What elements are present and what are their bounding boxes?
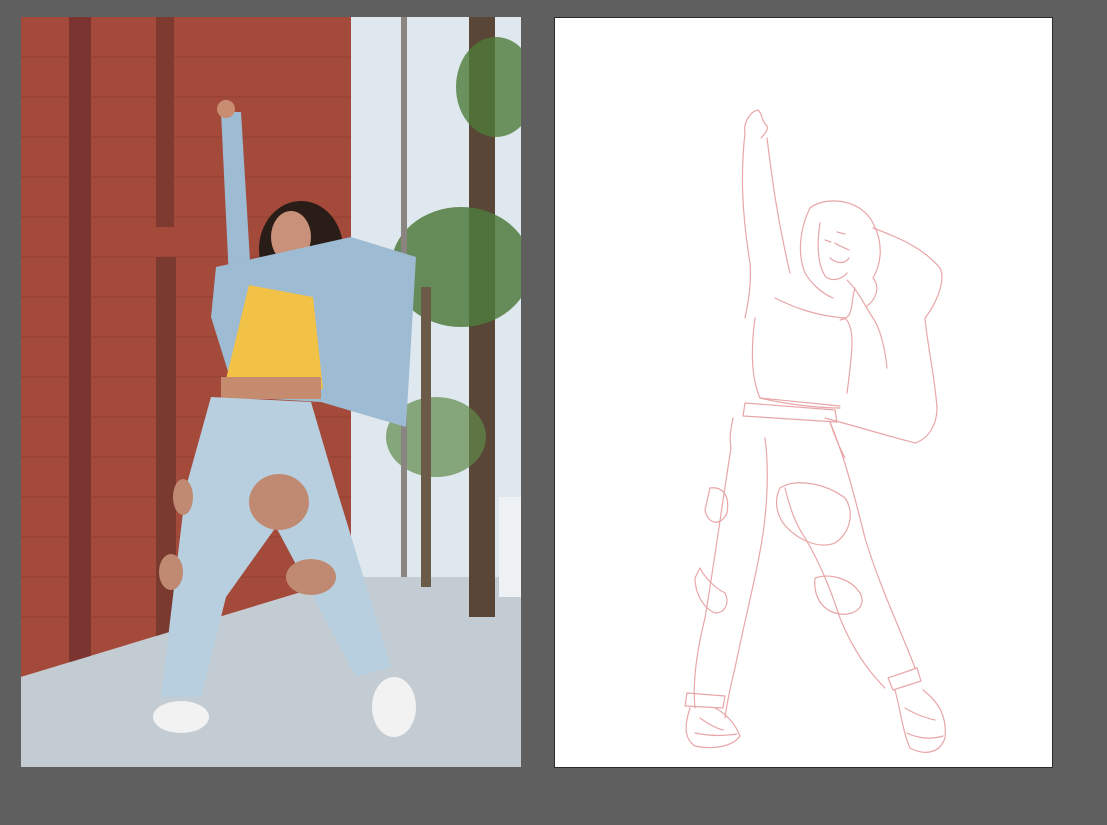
trace-artboard[interactable] bbox=[554, 17, 1053, 768]
photo-artboard[interactable] bbox=[21, 17, 521, 767]
trace-right-shoe bbox=[894, 689, 946, 753]
trace-left-shoe bbox=[685, 707, 741, 749]
photo-image bbox=[21, 17, 521, 767]
trace-hand bbox=[744, 109, 768, 139]
drain-pipe bbox=[69, 17, 91, 662]
line-trace-drawing bbox=[684, 109, 946, 753]
